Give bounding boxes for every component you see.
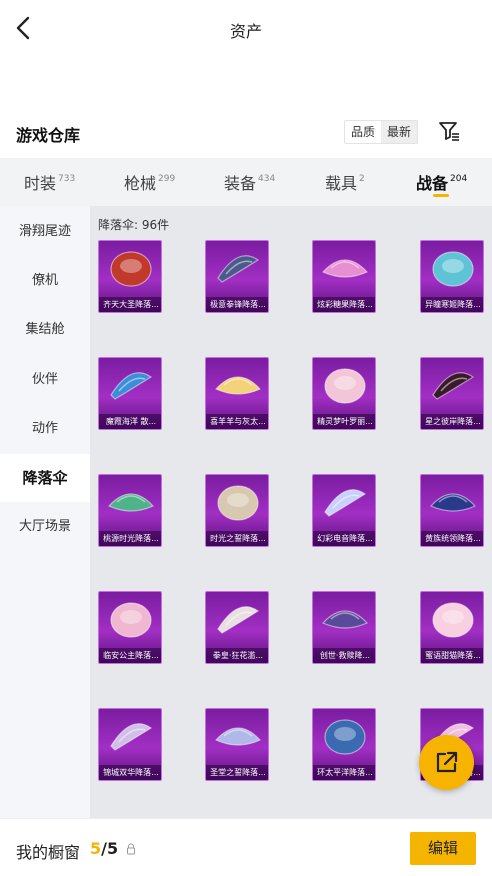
parachute-icon: [324, 368, 366, 404]
category-tabs: 时装 733 枪械 299 装备 434 载具 2 战备 204: [0, 158, 492, 206]
sidebar-item-wingman[interactable]: 僚机: [0, 257, 90, 305]
parachute-name: 桃源时光降落...: [99, 531, 161, 546]
sidebar-item-pod[interactable]: 集结舱: [0, 306, 90, 354]
parachute-icon: [429, 493, 477, 512]
parachute-icon: [107, 493, 155, 512]
parachute-icon: [110, 251, 152, 287]
parachute-name: 环太平洋降落...: [313, 765, 375, 780]
tab-equipment[interactable]: 装备 434: [224, 170, 275, 194]
parachute-icon: [217, 485, 259, 521]
tab-weapons[interactable]: 枪械 299: [124, 170, 175, 194]
sort-toggle: 品质 最新: [344, 120, 419, 144]
parachute-icon: [324, 719, 366, 755]
parachute-icon: [321, 610, 369, 629]
tab-combat-gear[interactable]: 战备 204: [416, 170, 467, 194]
parachute-name: 幻彩电音降落...: [313, 531, 375, 546]
parachute-card[interactable]: 时光之誓降落...: [205, 474, 269, 547]
parachute-name: 炫彩糖果降落...: [313, 297, 375, 312]
page-title: 资产: [229, 22, 262, 41]
parachute-card[interactable]: 星之彼岸降落...: [420, 357, 484, 430]
parachute-card[interactable]: 锦城双华降落...: [98, 708, 162, 781]
lock-icon: [127, 843, 135, 855]
parachute-icon: [432, 602, 474, 638]
parachute-card[interactable]: 环太平洋降落...: [312, 708, 376, 781]
parachute-icon: [324, 489, 367, 517]
sort-quality-button[interactable]: 品质: [345, 121, 382, 143]
parachute-name: 魔霞海洋 散...: [99, 414, 161, 429]
parachute-icon: [110, 372, 153, 400]
warehouse-header: 游戏仓库 品质 最新: [0, 116, 492, 152]
parachute-card[interactable]: 圣堂之誓降落...: [205, 708, 269, 781]
parachute-card[interactable]: 蜜语甜猫降落...: [420, 591, 484, 664]
tab-vehicles[interactable]: 载具 2: [325, 170, 365, 194]
sidebar-item-companion[interactable]: 伙伴: [0, 356, 90, 404]
parachute-icon: [110, 723, 153, 751]
parachute-name: 黄族统领降落...: [421, 531, 483, 546]
parachute-card[interactable]: 幻彩电音降落...: [312, 474, 376, 547]
showcase-bar: 我的橱窗 5/5 编辑: [0, 818, 492, 876]
parachute-card[interactable]: 创世·救赎降...: [312, 591, 376, 664]
tab-fashion[interactable]: 时装 733: [24, 170, 75, 194]
sort-latest-button[interactable]: 最新: [381, 121, 418, 143]
parachute-icon: [432, 372, 475, 400]
parachute-name: 时光之誓降落...: [206, 531, 268, 546]
sidebar-item-parachute[interactable]: 降落伞: [0, 454, 90, 502]
parachute-card[interactable]: 魔霞海洋 散...: [98, 357, 162, 430]
sidebar-item-lobby-scene[interactable]: 大厅场景: [0, 503, 90, 551]
parachute-icon: [217, 255, 260, 283]
parachute-card[interactable]: 桃源时光降落...: [98, 474, 162, 547]
parachute-name: 蜜语甜猫降落...: [421, 648, 483, 663]
parachute-name: 精灵梦叶罗丽...: [313, 414, 375, 429]
top-bar: 资产: [0, 0, 492, 58]
showcase-label: 我的橱窗: [16, 843, 81, 862]
parachute-name: 喜羊羊与灰太...: [206, 414, 268, 429]
parachute-name: 齐天大圣降落...: [99, 297, 161, 312]
edit-button[interactable]: 编辑: [410, 832, 476, 865]
active-tab-indicator: [433, 194, 449, 197]
parachute-name: 创世·救赎降...: [313, 648, 375, 663]
subcategory-sidebar: 滑翔尾迹 僚机 集结舱 伙伴 动作 降落伞 大厅场景: [0, 206, 90, 818]
parachute-card[interactable]: 精灵梦叶罗丽...: [312, 357, 376, 430]
parachute-card[interactable]: 炫彩糖果降落...: [312, 240, 376, 313]
parachute-card[interactable]: 齐天大圣降落...: [98, 240, 162, 313]
sidebar-item-emote[interactable]: 动作: [0, 405, 90, 453]
parachute-card[interactable]: 极意拳锋降落...: [205, 240, 269, 313]
parachute-name: 拳皇·狂花滥...: [206, 648, 268, 663]
parachute-icon: [432, 251, 474, 287]
parachute-name: 极意拳锋降落...: [206, 297, 268, 312]
parachute-icon: [214, 376, 262, 395]
parachute-name: 星之彼岸降落...: [421, 414, 483, 429]
parachute-icon: [217, 606, 260, 634]
parachute-name: 异瞳寒姬降落...: [421, 297, 483, 312]
parachute-icon: [321, 259, 369, 278]
parachute-card[interactable]: 喜羊羊与灰太...: [205, 357, 269, 430]
parachute-card[interactable]: 异瞳寒姬降落...: [420, 240, 484, 313]
external-link-icon: [436, 751, 458, 773]
sidebar-item-glide-trail[interactable]: 滑翔尾迹: [0, 208, 90, 256]
item-count-label: 降落伞: 96件: [98, 218, 170, 232]
parachute-name: 锦城双华降落...: [99, 765, 161, 780]
parachute-icon: [110, 602, 152, 638]
share-button[interactable]: [419, 735, 474, 790]
warehouse-title: 游戏仓库: [16, 126, 81, 145]
filter-icon[interactable]: [438, 120, 460, 142]
parachute-icon: [214, 727, 262, 746]
showcase-count: 5/5: [90, 839, 119, 858]
parachute-card[interactable]: 临安公主降落...: [98, 591, 162, 664]
parachute-name: 圣堂之誓降落...: [206, 765, 268, 780]
item-grid: 降落伞: 96件 齐天大圣降落... 极意拳锋降落... 炫彩糖果降落... 异瞳寒姬…: [90, 206, 492, 818]
parachute-card[interactable]: 拳皇·狂花滥...: [205, 591, 269, 664]
parachute-name: 临安公主降落...: [99, 648, 161, 663]
parachute-card[interactable]: 黄族统领降落...: [420, 474, 484, 547]
